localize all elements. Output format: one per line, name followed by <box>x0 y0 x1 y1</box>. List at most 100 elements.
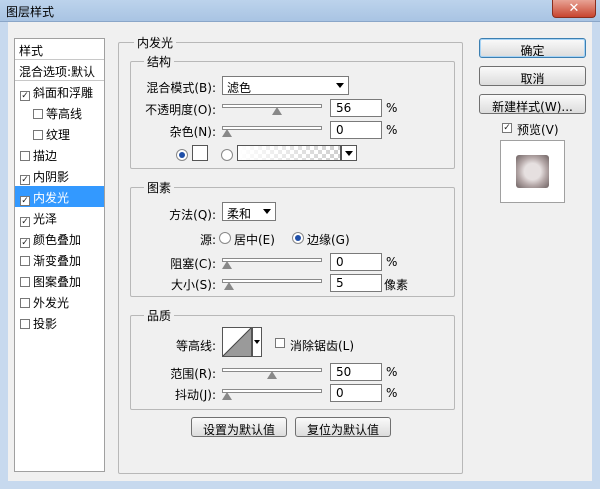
jitter-label: 抖动(J): <box>175 388 216 402</box>
style-list-item[interactable]: 投影 <box>15 312 104 333</box>
style-list-item[interactable]: 图案叠加 <box>15 270 104 291</box>
jitter-input[interactable]: 0 <box>330 384 382 402</box>
opacity-input[interactable]: 56 <box>330 99 382 117</box>
size-unit: 像素 <box>384 278 409 292</box>
style-list-item[interactable]: 描边 <box>15 144 104 165</box>
technique-value: 柔和 <box>227 207 252 221</box>
contour-dropdown-button[interactable] <box>252 327 262 357</box>
opacity-slider-thumb[interactable] <box>272 107 283 115</box>
make-default-button[interactable]: 设置为默认值 <box>191 417 287 437</box>
style-list-item[interactable]: ✓ 颜色叠加 <box>15 228 104 249</box>
style-list-item[interactable]: 渐变叠加 <box>15 249 104 270</box>
style-enable-checkbox[interactable] <box>20 256 30 266</box>
glow-color-swatch[interactable] <box>192 145 208 161</box>
source-edge-radio[interactable] <box>292 232 304 244</box>
window-title: 图层样式 <box>6 5 55 19</box>
size-label: 大小(S): <box>170 278 216 292</box>
range-slider-thumb[interactable] <box>267 371 277 379</box>
technique-dropdown[interactable]: 柔和 <box>222 202 276 221</box>
jitter-unit: % <box>386 386 398 400</box>
style-list-item-label: 投影 <box>33 317 58 331</box>
style-list-item[interactable]: ✓ 光泽 <box>15 207 104 228</box>
chevron-down-icon <box>263 209 271 214</box>
style-list-item[interactable]: 等高线 <box>15 102 104 123</box>
style-list-item-label: 内阴影 <box>33 170 70 184</box>
preview-checkbox[interactable]: ✓ <box>502 123 512 133</box>
antialias-checkbox[interactable] <box>275 338 285 348</box>
style-list-item-label: 斜面和浮雕 <box>33 86 94 100</box>
style-list-header[interactable]: 样式 <box>15 39 104 60</box>
range-unit: % <box>386 365 398 379</box>
style-list-item[interactable]: ✓ 内发光 <box>15 186 104 207</box>
range-label: 范围(R): <box>170 367 216 381</box>
panel-title: 内发光 <box>134 34 177 51</box>
source-edge-label: 边缘(G) <box>307 233 350 247</box>
noise-unit: % <box>386 123 398 137</box>
title-bar[interactable]: 图层样式 <box>0 0 600 22</box>
preview-label: 预览(V) <box>517 123 559 137</box>
style-enable-checkbox[interactable] <box>20 151 30 161</box>
gradient-dropdown-button[interactable] <box>341 145 357 161</box>
window-frame-left <box>0 22 8 489</box>
opacity-label: 不透明度(O): <box>145 103 216 117</box>
window-frame-bottom <box>0 481 600 489</box>
size-slider-track[interactable] <box>222 279 322 283</box>
window-frame-right <box>592 22 600 489</box>
contour-label: 等高线: <box>175 339 216 353</box>
noise-input[interactable]: 0 <box>330 121 382 139</box>
style-list-item-label: 图案叠加 <box>33 275 82 289</box>
close-button[interactable]: ✕ <box>552 0 596 18</box>
choke-unit: % <box>386 255 398 269</box>
style-list-item-label: 内发光 <box>33 191 70 205</box>
source-center-label: 居中(E) <box>234 233 275 247</box>
reset-default-button[interactable]: 复位为默认值 <box>295 417 391 437</box>
style-enable-checkbox[interactable] <box>33 109 43 119</box>
style-list-item-label: 纹理 <box>46 128 71 142</box>
style-enable-checkbox[interactable]: ✓ <box>20 238 30 248</box>
style-list-item-label: 渐变叠加 <box>33 254 82 268</box>
gradient-picker[interactable] <box>237 145 341 161</box>
choke-label: 阻塞(C): <box>170 257 216 271</box>
style-preview <box>500 140 565 203</box>
style-list-item[interactable]: ✓ 斜面和浮雕 <box>15 81 104 102</box>
source-center-radio[interactable] <box>219 232 231 244</box>
style-enable-checkbox[interactable] <box>20 277 30 287</box>
style-list-item[interactable]: ✓ 内阴影 <box>15 165 104 186</box>
contour-curve-icon <box>223 328 251 356</box>
structure-legend: 结构 <box>144 53 175 70</box>
size-input[interactable]: 5 <box>330 274 382 292</box>
style-enable-checkbox[interactable] <box>20 319 30 329</box>
jitter-slider-thumb[interactable] <box>222 392 232 400</box>
style-enable-checkbox[interactable]: ✓ <box>20 217 30 227</box>
choke-slider-thumb[interactable] <box>222 261 232 269</box>
solid-color-radio[interactable] <box>176 149 188 161</box>
contour-picker[interactable] <box>222 327 252 357</box>
style-enable-checkbox[interactable] <box>20 298 30 308</box>
blend-options-item[interactable]: 混合选项:默认 <box>15 60 104 81</box>
range-input[interactable]: 50 <box>330 363 382 381</box>
noise-slider-track[interactable] <box>222 126 322 130</box>
style-list-item[interactable]: 纹理 <box>15 123 104 144</box>
blend-mode-value: 滤色 <box>227 81 252 95</box>
chevron-down-icon <box>336 83 344 88</box>
style-list-item[interactable]: 外发光 <box>15 291 104 312</box>
style-list: 样式 混合选项:默认 ✓ 斜面和浮雕 等高线 纹理 描边 ✓ 内阴影 ✓ 内发光 ✓ 光泽 ✓ 颜色叠加… <box>14 38 105 472</box>
size-slider-thumb[interactable] <box>223 282 234 290</box>
noise-slider-thumb[interactable] <box>222 129 232 137</box>
new-style-button[interactable]: 新建样式(W)... <box>479 94 586 114</box>
opacity-unit: % <box>386 101 398 115</box>
style-enable-checkbox[interactable]: ✓ <box>20 91 30 101</box>
style-enable-checkbox[interactable]: ✓ <box>20 196 30 206</box>
style-enable-checkbox[interactable] <box>33 130 43 140</box>
choke-slider-track[interactable] <box>222 258 322 262</box>
blend-mode-label: 混合模式(B): <box>146 81 216 95</box>
cancel-button[interactable]: 取消 <box>479 66 586 86</box>
gradient-radio[interactable] <box>221 149 233 161</box>
source-label: 源: <box>199 233 216 247</box>
choke-input[interactable]: 0 <box>330 253 382 271</box>
jitter-slider-track[interactable] <box>222 389 322 393</box>
ok-button[interactable]: 确定 <box>479 38 586 58</box>
style-enable-checkbox[interactable]: ✓ <box>20 175 30 185</box>
blend-mode-dropdown[interactable]: 滤色 <box>222 76 349 95</box>
style-list-item-label: 描边 <box>33 149 58 163</box>
